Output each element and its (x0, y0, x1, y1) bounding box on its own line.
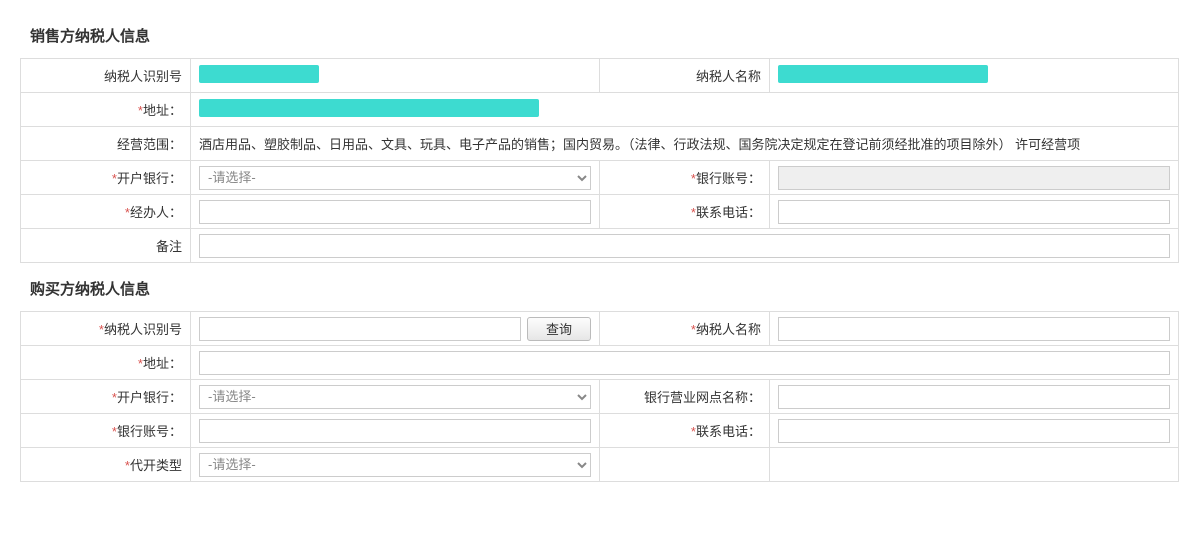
buyer-bank-cell: -请选择- (191, 380, 600, 414)
seller-taxpayer-name-value (770, 59, 1179, 93)
redacted-block (199, 99, 539, 117)
seller-handler-label: *经办人： (21, 195, 191, 229)
seller-remark-cell (191, 229, 1179, 263)
buyer-address-label: *地址： (21, 346, 191, 380)
buyer-bank-account-cell (191, 414, 600, 448)
buyer-taxpayer-name-cell (770, 312, 1179, 346)
redacted-block (199, 65, 319, 83)
seller-bank-account-input[interactable] (778, 166, 1170, 190)
seller-scope-value: 酒店用品、塑胶制品、日用品、文具、玩具、电子产品的销售；国内贸易。（法律、行政法… (191, 127, 1179, 161)
empty-label (600, 448, 770, 482)
buyer-phone-cell (770, 414, 1179, 448)
buyer-branch-label: 银行营业网点名称： (600, 380, 770, 414)
buyer-type-cell: -请选择- (191, 448, 600, 482)
seller-remark-label: 备注 (21, 229, 191, 263)
buyer-branch-input[interactable] (778, 385, 1170, 409)
buyer-taxpayer-id-input[interactable] (199, 317, 521, 341)
buyer-bank-label: *开户银行： (21, 380, 191, 414)
seller-taxpayer-id-value (191, 59, 600, 93)
empty-cell (770, 448, 1179, 482)
seller-bank-account-label: *银行账号： (600, 161, 770, 195)
buyer-taxpayer-name-input[interactable] (778, 317, 1170, 341)
query-button[interactable]: 查询 (527, 317, 591, 341)
seller-handler-input[interactable] (199, 200, 591, 224)
buyer-address-cell (191, 346, 1179, 380)
buyer-taxpayer-name-label: *纳税人名称 (600, 312, 770, 346)
seller-taxpayer-id-label: 纳税人识别号 (21, 59, 191, 93)
seller-handler-cell (191, 195, 600, 229)
seller-phone-input[interactable] (778, 200, 1170, 224)
buyer-phone-input[interactable] (778, 419, 1170, 443)
seller-phone-label: *联系电话： (600, 195, 770, 229)
seller-address-label: *地址： (21, 93, 191, 127)
seller-phone-cell (770, 195, 1179, 229)
buyer-form-table: *纳税人识别号 查询 *纳税人名称 *地址： *开户银行： -请选择- 银行营业… (20, 311, 1179, 482)
buyer-phone-label: *联系电话： (600, 414, 770, 448)
buyer-bank-select[interactable]: -请选择- (199, 385, 591, 409)
buyer-branch-cell (770, 380, 1179, 414)
buyer-taxpayer-id-cell: 查询 (191, 312, 600, 346)
seller-bank-select[interactable]: -请选择- (199, 166, 591, 190)
seller-bank-account-cell (770, 161, 1179, 195)
buyer-bank-account-label: *银行账号： (21, 414, 191, 448)
buyer-section-title: 购买方纳税人信息 (30, 278, 1179, 299)
seller-section-title: 销售方纳税人信息 (30, 25, 1179, 46)
seller-form-table: 纳税人识别号 纳税人名称 *地址： 经营范围： 酒店用品、塑胶制品、日用品、文具… (20, 58, 1179, 263)
seller-taxpayer-name-label: 纳税人名称 (600, 59, 770, 93)
buyer-type-select[interactable]: -请选择- (199, 453, 591, 477)
buyer-taxpayer-id-label: *纳税人识别号 (21, 312, 191, 346)
seller-remark-input[interactable] (199, 234, 1170, 258)
buyer-bank-account-input[interactable] (199, 419, 591, 443)
seller-address-value (191, 93, 1179, 127)
seller-bank-cell: -请选择- (191, 161, 600, 195)
redacted-block (778, 65, 988, 83)
buyer-type-label: *代开类型 (21, 448, 191, 482)
seller-bank-label: *开户银行： (21, 161, 191, 195)
seller-scope-label: 经营范围： (21, 127, 191, 161)
buyer-address-input[interactable] (199, 351, 1170, 375)
